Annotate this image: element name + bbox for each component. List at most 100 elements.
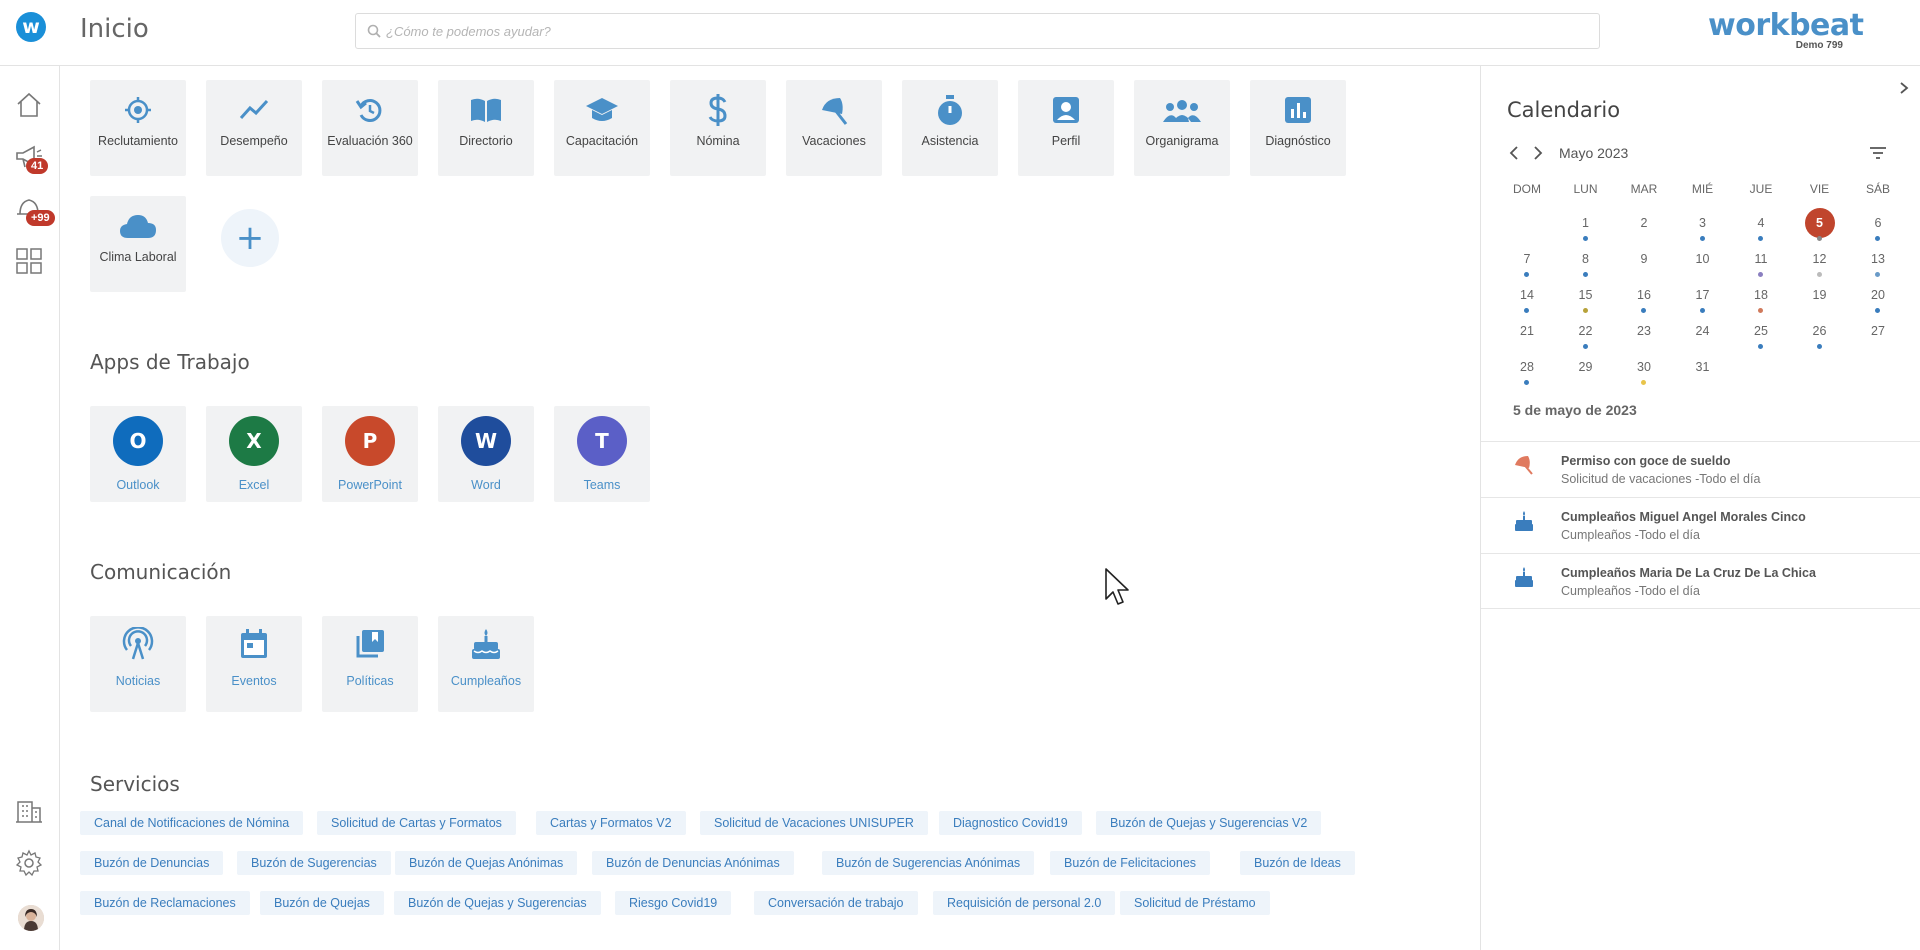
- service-chip[interactable]: Cartas y Formatos V2: [536, 811, 686, 835]
- filter-icon[interactable]: [1869, 146, 1887, 160]
- event-item[interactable]: Cumpleaños Maria De La Cruz De La Chica …: [1481, 553, 1920, 609]
- calendar-day[interactable]: 13: [1858, 252, 1898, 282]
- calendar-day[interactable]: 9: [1624, 252, 1664, 282]
- service-chip[interactable]: Buzón de Felicitaciones: [1050, 851, 1211, 875]
- calendar-day[interactable]: 12: [1800, 252, 1840, 282]
- comm-cumpleanos[interactable]: Cumpleaños: [438, 616, 534, 712]
- calendar-day[interactable]: 4: [1741, 216, 1781, 246]
- service-chip[interactable]: Requisición de personal 2.0: [933, 891, 1116, 915]
- search-box[interactable]: [355, 13, 1600, 49]
- service-chip[interactable]: Buzón de Quejas: [260, 891, 384, 915]
- service-chip[interactable]: Buzón de Quejas Anónimas: [395, 851, 578, 875]
- calendar-day[interactable]: 30: [1624, 360, 1664, 390]
- service-chip[interactable]: Solicitud de Vacaciones UNISUPER: [700, 811, 928, 835]
- brand-logo: workbeat Demo 799: [1708, 8, 1864, 54]
- module-perfil[interactable]: Perfil: [1018, 80, 1114, 176]
- calendar-day[interactable]: 3: [1683, 216, 1723, 246]
- comm-politicas[interactable]: Políticas: [322, 616, 418, 712]
- calendar-day[interactable]: 23: [1624, 324, 1664, 354]
- service-chip[interactable]: Buzón de Denuncias Anónimas: [592, 851, 794, 875]
- calendar-day[interactable]: 27: [1858, 324, 1898, 354]
- comm-noticias[interactable]: Noticias: [90, 616, 186, 712]
- module-nomina[interactable]: Nómina: [670, 80, 766, 176]
- module-directorio[interactable]: Directorio: [438, 80, 534, 176]
- nav-settings[interactable]: [14, 848, 46, 880]
- event-dot: [1524, 308, 1529, 313]
- service-chip[interactable]: Buzón de Quejas y Sugerencias V2: [1096, 811, 1322, 835]
- calendar-day[interactable]: 24: [1683, 324, 1723, 354]
- service-chip[interactable]: Solicitud de Préstamo: [1120, 891, 1270, 915]
- module-organigrama[interactable]: Organigrama: [1134, 80, 1230, 176]
- calendar-day[interactable]: 2: [1624, 216, 1664, 246]
- search-icon: [367, 24, 381, 38]
- calendar-day[interactable]: 20: [1858, 288, 1898, 318]
- app-outlook[interactable]: O Outlook: [90, 406, 186, 502]
- module-evaluacion-360[interactable]: Evaluación 360: [322, 80, 418, 176]
- service-chip[interactable]: Diagnostico Covid19: [939, 811, 1082, 835]
- service-chip[interactable]: Buzón de Ideas: [1240, 851, 1355, 875]
- calendar-day[interactable]: 22: [1566, 324, 1606, 354]
- calendar-day-today[interactable]: 5: [1800, 208, 1840, 246]
- service-chip[interactable]: Solicitud de Cartas y Formatos: [317, 811, 516, 835]
- app-word[interactable]: W Word: [438, 406, 534, 502]
- event-item[interactable]: Cumpleaños Miguel Angel Morales Cinco Cu…: [1481, 497, 1920, 553]
- calendar-day[interactable]: 15: [1566, 288, 1606, 318]
- module-capacitacion[interactable]: Capacitación: [554, 80, 650, 176]
- service-chip[interactable]: Buzón de Reclamaciones: [80, 891, 250, 915]
- comm-eventos[interactable]: Eventos: [206, 616, 302, 712]
- calendar-day[interactable]: 18: [1741, 288, 1781, 318]
- service-chip[interactable]: Buzón de Quejas y Sugerencias: [394, 891, 601, 915]
- user-avatar[interactable]: [18, 905, 44, 931]
- calendar-day[interactable]: 17: [1683, 288, 1723, 318]
- calendar-day[interactable]: 21: [1507, 324, 1547, 354]
- nav-notifications[interactable]: +99: [14, 194, 55, 226]
- calendar-day[interactable]: 1: [1566, 216, 1606, 246]
- stopwatch-icon: [938, 95, 962, 125]
- calendar-day[interactable]: 11: [1741, 252, 1781, 282]
- collapse-panel-icon[interactable]: [1896, 80, 1912, 96]
- calendar-day[interactable]: 14: [1507, 288, 1547, 318]
- calendar-day[interactable]: 31: [1683, 360, 1723, 390]
- calendar-day[interactable]: 29: [1566, 360, 1606, 390]
- calendar-day[interactable]: 7: [1507, 252, 1547, 282]
- calendar-day[interactable]: 10: [1683, 252, 1723, 282]
- event-dot: [1875, 272, 1880, 277]
- day-number: 7: [1523, 252, 1531, 266]
- app-logo[interactable]: w: [16, 12, 46, 42]
- prev-month-icon[interactable]: [1507, 144, 1523, 162]
- nav-announcements[interactable]: 41: [14, 142, 49, 174]
- calendar-day[interactable]: 25: [1741, 324, 1781, 354]
- module-diagnostico[interactable]: Diagnóstico: [1250, 80, 1346, 176]
- calendar-day[interactable]: 19: [1800, 288, 1840, 318]
- powerpoint-icon: P: [345, 416, 395, 466]
- calendar-day[interactable]: 28: [1507, 360, 1547, 390]
- next-month-icon[interactable]: [1529, 144, 1545, 162]
- service-chip[interactable]: Buzón de Sugerencias Anónimas: [822, 851, 1035, 875]
- service-chip[interactable]: Riesgo Covid19: [615, 891, 732, 915]
- service-chip[interactable]: Buzón de Sugerencias: [237, 851, 391, 875]
- service-chip[interactable]: Buzón de Denuncias: [80, 851, 224, 875]
- service-chip[interactable]: Canal de Notificaciones de Nómina: [80, 811, 304, 835]
- nav-company[interactable]: [14, 796, 46, 828]
- day-number: 30: [1637, 360, 1651, 374]
- app-powerpoint[interactable]: P PowerPoint: [322, 406, 418, 502]
- module-clima-laboral[interactable]: Clima Laboral: [90, 196, 186, 292]
- add-module-button[interactable]: +: [221, 209, 279, 267]
- app-excel[interactable]: X Excel: [206, 406, 302, 502]
- calendar-day[interactable]: 16: [1624, 288, 1664, 318]
- module-vacaciones[interactable]: Vacaciones: [786, 80, 882, 176]
- event-dot: [1582, 308, 1588, 313]
- service-chip[interactable]: Conversación de trabajo: [754, 891, 918, 915]
- app-teams[interactable]: T Teams: [554, 406, 650, 502]
- calendar-day[interactable]: 8: [1566, 252, 1606, 282]
- app-label: Teams: [583, 478, 621, 492]
- event-item[interactable]: Permiso con goce de sueldo Solicitud de …: [1481, 441, 1920, 497]
- search-input[interactable]: [386, 14, 1586, 48]
- module-desempeno[interactable]: Desempeño: [206, 80, 302, 176]
- calendar-day[interactable]: 6: [1858, 216, 1898, 246]
- nav-home[interactable]: [14, 90, 46, 122]
- calendar-day[interactable]: 26: [1800, 324, 1840, 354]
- module-reclutamiento[interactable]: Reclutamiento: [90, 80, 186, 176]
- nav-apps[interactable]: [14, 246, 46, 278]
- module-asistencia[interactable]: Asistencia: [902, 80, 998, 176]
